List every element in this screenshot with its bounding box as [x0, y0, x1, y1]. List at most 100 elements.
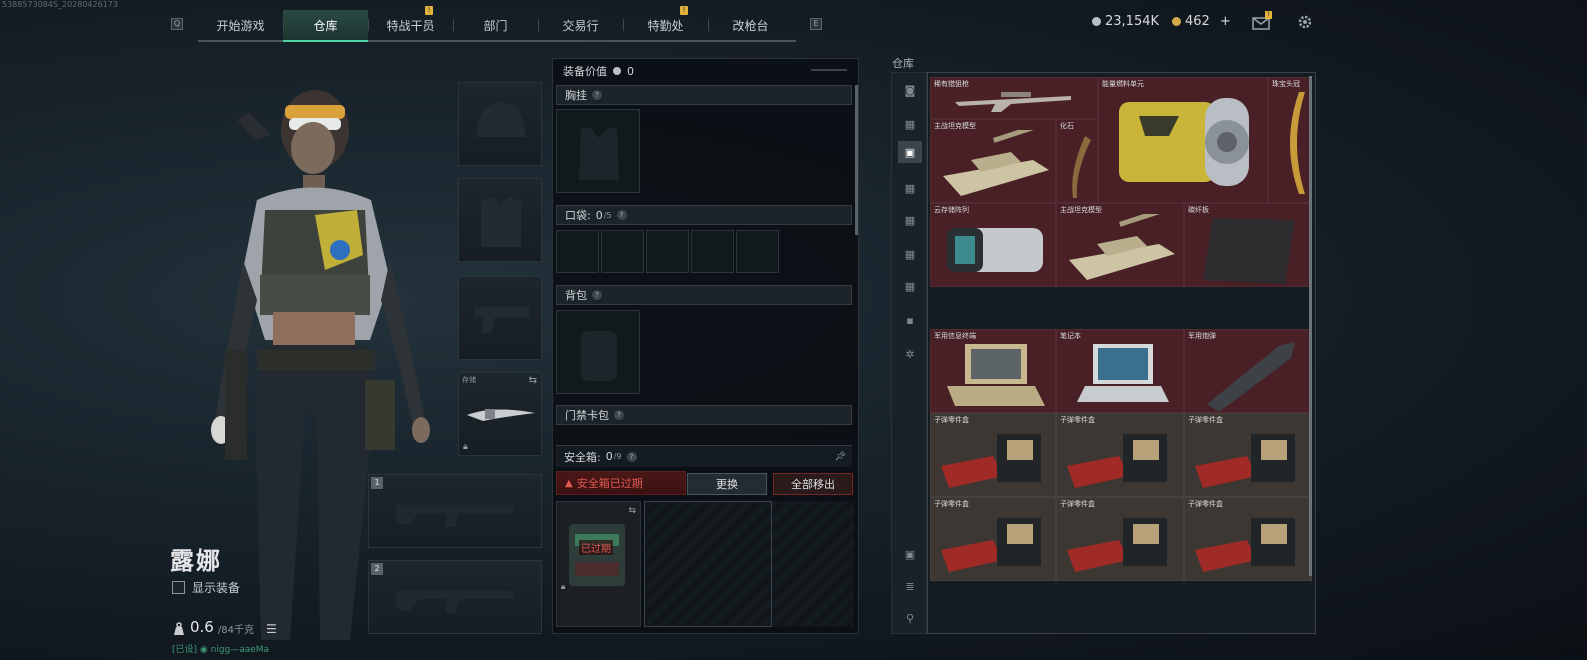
safe-box-header: 安全箱: 0 /9 ? 📌︎ — [556, 445, 852, 467]
item-name: 子弹零件盒 — [1060, 500, 1095, 508]
tab-label: 仓库 — [313, 18, 338, 33]
item-ammo-parts-box[interactable]: 子弹零件盒 — [1056, 497, 1184, 581]
item-jewel-crown[interactable]: 珠宝头冠 — [1268, 77, 1312, 203]
helmet-slot[interactable] — [458, 82, 542, 166]
operator-name: 露娜 — [170, 547, 222, 575]
add-currency-button[interactable]: + — [1220, 14, 1231, 29]
category-icon[interactable]: ▦ — [898, 113, 922, 135]
tab-operators[interactable]: ! 特战干员 — [368, 6, 453, 40]
sidearm-slot[interactable] — [458, 276, 542, 360]
premium-balance: 462 + — [1172, 14, 1231, 29]
lock-icon[interactable]: ▪ — [898, 309, 922, 331]
tab-warehouse[interactable]: 仓库 — [283, 10, 368, 42]
help-icon[interactable]: ? — [592, 290, 602, 300]
swap-icon[interactable]: ⇆ — [529, 375, 537, 386]
pocket-slot[interactable] — [556, 230, 599, 273]
gear-icon[interactable]: ✲ — [898, 343, 922, 365]
device-icon[interactable]: ▣ — [898, 543, 922, 565]
armor-slot[interactable] — [458, 178, 542, 262]
panel-divider — [811, 69, 847, 71]
backpack-slot[interactable] — [556, 310, 640, 394]
panel-scrollbar[interactable] — [855, 85, 858, 235]
melee-slot-label: 存储 — [462, 376, 476, 384]
item-military-shell[interactable]: 军用炮弹 — [1184, 329, 1312, 413]
item-laptop[interactable]: 笔记本 — [1056, 329, 1184, 413]
layers-icon[interactable]: ≣ — [898, 575, 922, 597]
help-icon[interactable]: ? — [614, 410, 624, 420]
tab-trading[interactable]: 交易行 — [538, 10, 623, 40]
ammo-box-icon — [1067, 434, 1167, 488]
category-icon[interactable]: ▦ — [898, 275, 922, 297]
slot-number: 2 — [371, 563, 383, 575]
item-energy-fuel-cell[interactable]: 能量燃料单元 — [1098, 77, 1268, 203]
pocket-slot[interactable] — [601, 230, 644, 273]
category-icon[interactable]: ▦ — [898, 177, 922, 199]
safe-box-icon — [569, 524, 625, 586]
category-icon[interactable]: ▦ — [898, 209, 922, 231]
pocket-slot[interactable] — [646, 230, 689, 273]
help-icon[interactable]: ? — [626, 451, 637, 462]
pistol-icon — [475, 307, 529, 333]
warning-icon: ▲ — [565, 477, 573, 489]
item-ammo-parts-box[interactable]: 子弹零件盒 — [930, 413, 1056, 497]
item-name: 云存储阵列 — [934, 206, 969, 214]
replace-button[interactable]: 更换 — [687, 473, 767, 495]
fuel-cell-icon — [1119, 98, 1249, 186]
nav-next-key[interactable]: E — [810, 18, 822, 30]
item-carbon-plate[interactable]: 碳纤板 — [1184, 203, 1312, 287]
help-icon[interactable]: ? — [592, 90, 602, 100]
mail-icon[interactable]: ! — [1252, 11, 1272, 34]
melee-slot[interactable]: 存储 ⇆ 🔒︎ — [458, 372, 542, 456]
primary-weapon-slot[interactable]: 1 — [368, 474, 542, 548]
tab-department[interactable]: 部门 — [453, 10, 538, 40]
pocket-slot[interactable] — [736, 230, 779, 273]
safe-box-item[interactable]: 已过期 ⇆ 🔒︎ — [556, 501, 641, 627]
lock-icon: 🔒︎ — [561, 582, 566, 591]
pin-icon[interactable]: 📌︎ — [835, 452, 846, 462]
crown-icon — [1290, 92, 1305, 194]
item-fossil[interactable]: 化石 — [1056, 119, 1098, 203]
item-name: 子弹零件盒 — [1188, 416, 1223, 424]
gear-icon[interactable] — [1297, 14, 1313, 34]
broom-icon[interactable]: ⚲ — [898, 607, 922, 629]
all-items-icon[interactable]: ◙ — [898, 79, 922, 101]
knife-icon — [467, 409, 535, 421]
item-ammo-parts-box[interactable]: 子弹零件盒 — [1056, 413, 1184, 497]
notice-badge: ! — [680, 6, 688, 15]
item-tank-model[interactable]: 主战坦克模型 — [930, 119, 1056, 203]
secondary-weapon-slot[interactable]: 2 — [368, 560, 542, 634]
tab-label: 开始游戏 — [216, 18, 265, 33]
tab-start-game[interactable]: 开始游戏 — [198, 10, 283, 40]
item-tank-model[interactable]: 主战坦克模型 — [1056, 203, 1184, 287]
item-ammo-parts-box[interactable]: 子弹零件盒 — [1184, 413, 1312, 497]
item-ammo-parts-box[interactable]: 子弹零件盒 — [1184, 497, 1312, 581]
pocket-slot[interactable] — [691, 230, 734, 273]
warehouse-scrollbar[interactable] — [1309, 76, 1312, 576]
ammo-box-icon — [1195, 518, 1295, 572]
ammo-box-icon — [941, 434, 1041, 488]
remove-all-button[interactable]: 全部移出 — [773, 473, 853, 495]
item-cloud-storage-array[interactable]: 云存储阵列 — [930, 203, 1056, 287]
category-selected-icon[interactable]: ▣ — [898, 141, 922, 163]
item-ammo-parts-box[interactable]: 子弹零件盒 — [930, 497, 1056, 581]
pockets-header: 口袋: 0 /5 ? — [556, 205, 852, 225]
item-military-terminal[interactable]: 军用信息终端 — [930, 329, 1056, 413]
item-sniper-rifle[interactable]: 稀有猎狙枪 — [930, 77, 1098, 119]
tab-label: 交易行 — [562, 18, 599, 33]
nav-prev-key[interactable]: Q — [171, 18, 183, 30]
list-icon[interactable]: ☰ — [266, 622, 277, 636]
safe-box-grid[interactable] — [644, 501, 772, 627]
show-equipment-toggle[interactable]: 显示装备 — [172, 579, 240, 596]
chest-rig-slot[interactable] — [556, 109, 640, 193]
safe-box-grid-locked — [772, 501, 854, 627]
category-icon[interactable]: ▦ — [898, 243, 922, 265]
rifle-icon — [395, 505, 513, 527]
item-name: 化石 — [1060, 122, 1074, 130]
coin-icon — [1092, 17, 1101, 26]
tab-gunsmith[interactable]: 改枪台 — [708, 10, 793, 40]
show-equipment-checkbox[interactable] — [172, 581, 185, 594]
chest-rig-label: 胸挂 — [565, 89, 587, 102]
laptop-icon — [1077, 344, 1169, 402]
help-icon[interactable]: ? — [616, 210, 627, 220]
tab-special-ops[interactable]: ! 特勤处 — [623, 6, 708, 40]
